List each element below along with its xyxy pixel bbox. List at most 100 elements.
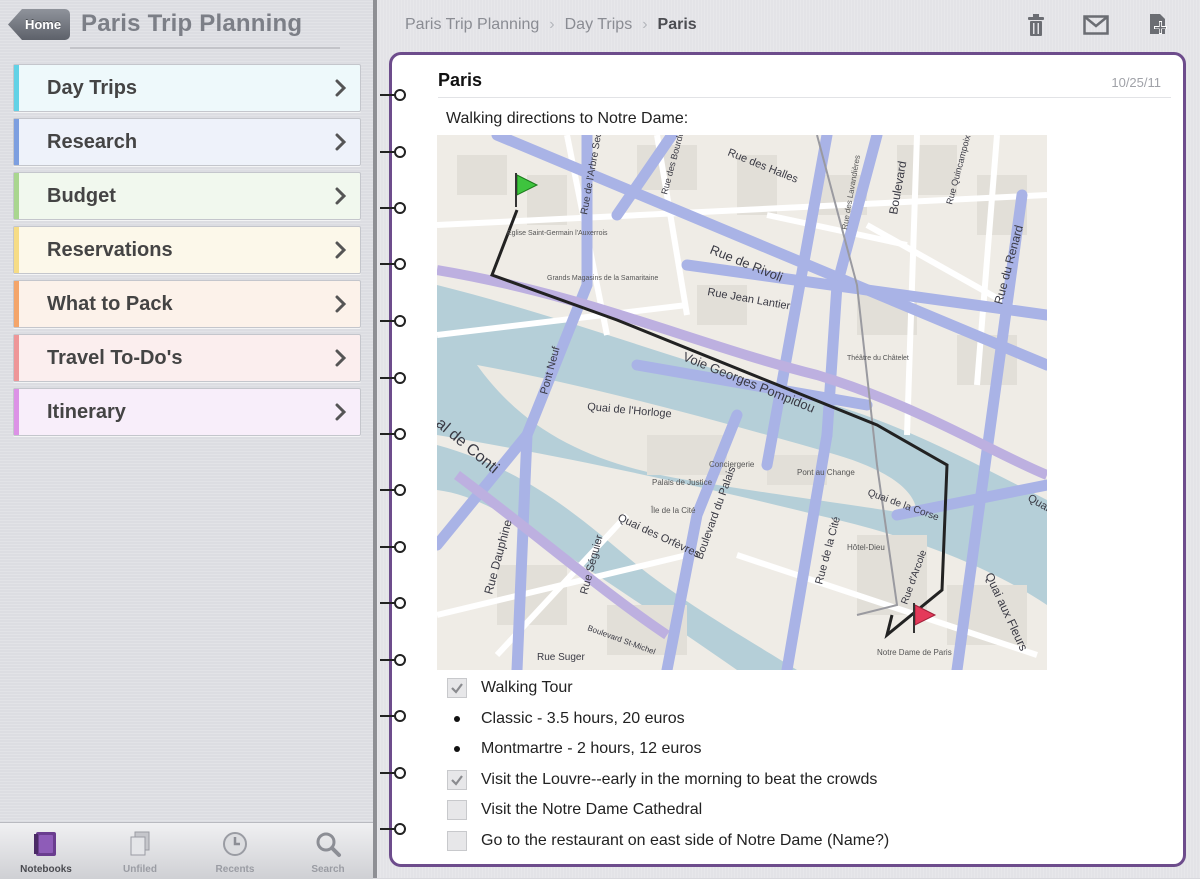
- spiral-ring: [380, 428, 406, 440]
- section-day-trips[interactable]: Day Trips: [13, 64, 361, 112]
- section-color-tab: [14, 65, 19, 111]
- section-color-tab: [14, 119, 19, 165]
- toolbar-notebooks-label: Notebooks: [20, 864, 72, 875]
- map-poi-pont-change: Pont au Change: [797, 468, 855, 477]
- map-label-cite: Rue de la Cité: [813, 515, 843, 585]
- add-page-icon[interactable]: [1143, 10, 1173, 40]
- page-title[interactable]: Paris: [438, 70, 482, 91]
- section-label: What to Pack: [47, 292, 173, 315]
- map-graphic: Rue de Rivoli Voie Georges Pompidou Quai…: [437, 135, 1047, 670]
- section-research[interactable]: Research: [13, 118, 361, 166]
- section-color-tab: [14, 335, 19, 381]
- breadcrumb-separator-icon: ›: [549, 16, 555, 33]
- map-poi-notre-dame: Notre Dame de Paris: [877, 648, 952, 657]
- bullet-icon: [454, 715, 460, 722]
- toolbar-recents[interactable]: Recents: [195, 829, 275, 875]
- spiral-ring: [380, 315, 406, 327]
- walking-directions-map[interactable]: Rue de Rivoli Voie Georges Pompidou Quai…: [437, 135, 1047, 670]
- section-travel-todos[interactable]: Travel To-Do's: [13, 334, 361, 382]
- section-list: Day Trips Research Budget Reservations W…: [13, 64, 361, 442]
- checkbox-unchecked[interactable]: [447, 800, 467, 821]
- chevron-right-icon: [330, 403, 352, 421]
- section-label: Day Trips: [47, 76, 138, 99]
- section-itinerary[interactable]: Itinerary: [13, 388, 361, 436]
- notebook-sidebar: Home Paris Trip Planning Day Trips Resea…: [0, 0, 373, 879]
- list-item[interactable]: Montmartre - 2 hours, 12 euros: [447, 734, 889, 765]
- note-intro-text[interactable]: Walking directions to Notre Dame:: [446, 110, 688, 128]
- checkbox-checked[interactable]: [447, 769, 467, 790]
- sidebar-header: Home Paris Trip Planning: [0, 0, 373, 52]
- spiral-ring: [380, 89, 406, 101]
- section-color-tab: [14, 227, 19, 273]
- spiral-ring: [380, 372, 406, 384]
- section-color-tab: [14, 173, 19, 219]
- checkbox-checked[interactable]: [447, 678, 467, 699]
- map-poi-ile-cite: Île de la Cité: [650, 506, 696, 515]
- list-item-text: Montmartre - 2 hours, 12 euros: [481, 740, 702, 758]
- list-item-text: Go to the restaurant on east side of Not…: [481, 831, 890, 849]
- bottom-toolbar: Notebooks Unfiled Recents Search: [0, 822, 373, 879]
- list-item[interactable]: Walking Tour: [447, 673, 889, 704]
- trash-icon[interactable]: [1021, 10, 1051, 40]
- section-label: Reservations: [47, 238, 173, 261]
- list-item[interactable]: Visit the Louvre--early in the morning t…: [447, 765, 889, 796]
- chevron-right-icon: [330, 295, 352, 313]
- chevron-right-icon: [330, 79, 352, 97]
- chevron-right-icon: [330, 133, 352, 151]
- home-button[interactable]: Home: [8, 9, 70, 40]
- toolbar-recents-label: Recents: [215, 864, 255, 875]
- chevron-right-icon: [330, 241, 352, 259]
- list-item[interactable]: Go to the restaurant on east side of Not…: [447, 826, 889, 857]
- note-page[interactable]: Paris 10/25/11 Walking directions to Not…: [380, 52, 1186, 867]
- checklist: Walking Tour Classic - 3.5 hours, 20 eur…: [447, 673, 889, 856]
- chevron-right-icon: [330, 349, 352, 367]
- breadcrumb-notebook[interactable]: Paris Trip Planning: [405, 16, 539, 34]
- toolbar-notebooks[interactable]: Notebooks: [6, 829, 86, 875]
- spiral-ring: [380, 597, 406, 609]
- search-icon: [288, 829, 368, 859]
- map-poi-palais-justice: Palais de Justice: [652, 478, 713, 487]
- section-label: Budget: [47, 184, 116, 207]
- section-color-tab: [14, 281, 19, 327]
- section-label: Itinerary: [47, 400, 126, 423]
- notebooks-icon: [6, 829, 86, 859]
- section-label: Travel To-Do's: [47, 346, 183, 369]
- spiral-ring: [380, 258, 406, 270]
- unfiled-icon: [100, 829, 180, 859]
- toolbar-unfiled[interactable]: Unfiled: [100, 829, 180, 875]
- chevron-right-icon: [330, 187, 352, 205]
- page-view: Paris Trip Planning › Day Trips › Paris …: [377, 0, 1200, 878]
- section-budget[interactable]: Budget: [13, 172, 361, 220]
- section-reservations[interactable]: Reservations: [13, 226, 361, 274]
- section-color-tab: [14, 389, 19, 435]
- map-poi-magasins: Grands Magasins de la Samaritaine: [547, 275, 658, 282]
- map-poi-saint-germain: Église Saint-Germain l'Auxerrois: [507, 228, 608, 237]
- spiral-ring: [380, 823, 406, 835]
- section-what-to-pack[interactable]: What to Pack: [13, 280, 361, 328]
- spiral-ring: [380, 710, 406, 722]
- toolbar-search-label: Search: [311, 864, 345, 875]
- breadcrumb-page: Paris: [657, 16, 697, 33]
- breadcrumb: Paris Trip Planning › Day Trips › Paris: [405, 16, 697, 34]
- recents-icon: [195, 829, 275, 859]
- spiral-ring: [380, 202, 406, 214]
- toolbar-search[interactable]: Search: [288, 829, 368, 875]
- list-item-text: Walking Tour: [481, 679, 573, 697]
- mail-icon[interactable]: [1081, 10, 1111, 40]
- checkbox-unchecked[interactable]: [447, 830, 467, 851]
- spiral-ring: [380, 541, 406, 553]
- section-label: Research: [47, 130, 138, 153]
- header-divider: [70, 47, 340, 49]
- list-item[interactable]: Visit the Notre Dame Cathedral: [447, 795, 889, 826]
- breadcrumb-separator-icon: ›: [642, 16, 648, 33]
- list-item[interactable]: Classic - 3.5 hours, 20 euros: [447, 704, 889, 735]
- spiral-ring: [380, 146, 406, 158]
- notebook-title: Paris Trip Planning: [81, 10, 303, 37]
- bullet-icon: [454, 746, 460, 753]
- toolbar-unfiled-label: Unfiled: [123, 864, 157, 875]
- spiral-ring: [380, 654, 406, 666]
- list-item-text: Visit the Louvre--early in the morning t…: [481, 770, 878, 788]
- breadcrumb-section[interactable]: Day Trips: [565, 16, 633, 34]
- map-poi-chatelet: Théâtre du Châtelet: [847, 355, 909, 362]
- map-poi-hotel-dieu: Hôtel-Dieu: [847, 543, 885, 552]
